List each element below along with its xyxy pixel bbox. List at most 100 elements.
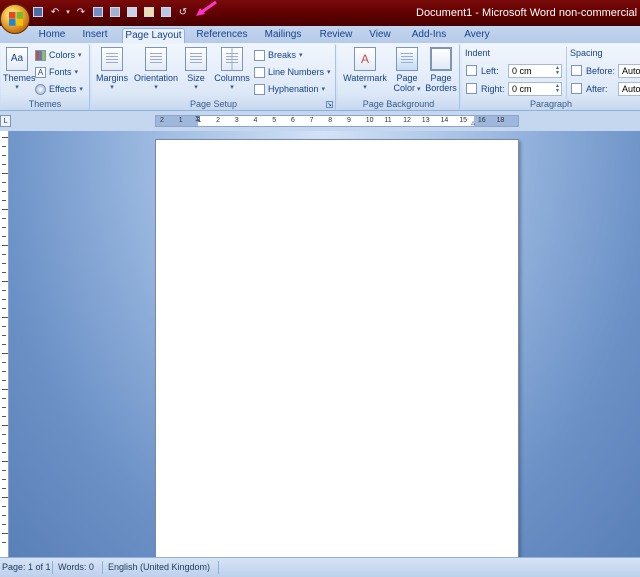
ruler-tick-label: 11	[384, 117, 391, 124]
indent-left-label: Left:	[481, 66, 499, 76]
vertical-ruler-mark	[2, 173, 8, 174]
line-numbers-button[interactable]: Line Numbers▾	[254, 65, 331, 79]
print-preview-icon[interactable]	[91, 5, 105, 19]
spacing-before-field[interactable]: Auto	[618, 64, 640, 78]
status-divider	[102, 561, 103, 574]
draw-table-icon[interactable]	[142, 5, 156, 19]
window-title: Document1 - Microsoft Word non-commercia…	[416, 7, 640, 19]
ruler-tick-label: 10	[366, 117, 374, 124]
chevron-down-icon: ▾	[322, 85, 326, 93]
page-count-status[interactable]: Page: 1 of 1	[2, 562, 51, 572]
indent-marker-icon[interactable]: ⧗	[195, 114, 201, 124]
tab-mailings[interactable]: Mailings	[259, 28, 307, 43]
chevron-down-icon: ▾	[132, 83, 180, 91]
office-button[interactable]	[0, 4, 30, 34]
size-button[interactable]: Size ▾	[182, 47, 210, 91]
vertical-ruler-mark	[2, 389, 8, 390]
document-page[interactable]	[155, 139, 519, 569]
tab-selector-button[interactable]: L	[0, 115, 11, 127]
vertical-ruler-mark	[2, 461, 8, 462]
tab-view[interactable]: View	[362, 28, 398, 43]
orientation-label: Orientation	[132, 73, 180, 83]
spinner-icon[interactable]: ▲▼	[555, 66, 560, 76]
vertical-ruler-mark	[2, 515, 6, 516]
fonts-label: Fonts	[49, 67, 72, 77]
status-divider	[218, 561, 219, 574]
ruler-tick-label: 13	[422, 117, 430, 124]
columns-button[interactable]: Columns ▾	[212, 47, 252, 91]
save-icon[interactable]	[31, 5, 45, 19]
vertical-ruler-mark	[2, 290, 6, 291]
spacing-after-label: After:	[586, 84, 608, 94]
vertical-ruler-mark	[2, 380, 6, 381]
vertical-ruler-mark	[2, 542, 6, 543]
ruler-tick-label: 15	[459, 117, 467, 124]
tab-page-layout[interactable]: Page Layout	[122, 28, 185, 43]
orientation-button[interactable]: Orientation ▾	[132, 47, 180, 91]
office-logo-icon	[9, 12, 23, 26]
dialog-launcher-icon[interactable]: ↘	[326, 101, 333, 108]
spinner-icon[interactable]: ▲▼	[555, 84, 560, 94]
page-setup-group-label: Page Setup	[92, 99, 335, 109]
ruler-tick-label: 2	[216, 117, 220, 124]
page-background-group-label: Page Background	[338, 99, 459, 109]
hyphenation-icon	[254, 84, 265, 95]
vertical-ruler[interactable]	[0, 131, 9, 557]
vertical-ruler-mark	[2, 191, 6, 192]
indent-left-field[interactable]: 0 cm ▲▼	[508, 64, 562, 78]
vertical-ruler-mark	[2, 254, 6, 255]
effects-button[interactable]: Effects▾	[35, 82, 83, 96]
ribbon-tabs: Home Insert Page Layout References Maili…	[0, 26, 640, 43]
themes-button[interactable]: Aa Themes ▾	[3, 47, 31, 91]
undo-icon[interactable]: ↶	[48, 5, 62, 19]
horizontal-ruler[interactable]: 211234567891011121314151618 ⧗ ▵	[155, 115, 519, 127]
vertical-ruler-mark	[2, 362, 6, 363]
spacing-after-field[interactable]: Auto	[618, 82, 640, 96]
margins-button[interactable]: Margins ▾	[94, 47, 130, 91]
vertical-ruler-mark	[2, 335, 6, 336]
tab-references[interactable]: References	[193, 28, 251, 43]
watermark-button[interactable]: A Watermark ▾	[340, 47, 390, 91]
colors-button[interactable]: Colors▾	[35, 48, 82, 62]
paragraph-group-label: Paragraph	[462, 99, 640, 109]
indent-right-field[interactable]: 0 cm ▲▼	[508, 82, 562, 96]
word-count-status[interactable]: Words: 0	[58, 562, 94, 572]
vertical-ruler-mark	[2, 488, 6, 489]
size-icon	[185, 47, 207, 71]
tab-review[interactable]: Review	[315, 28, 357, 43]
print-layout-icon[interactable]: ↺	[176, 5, 190, 19]
document-workspace	[9, 131, 640, 557]
paragraph-group: Indent Left: 0 cm ▲▼ Right: 0 cm ▲▼ Spac…	[462, 44, 640, 110]
right-indent-marker-icon[interactable]: ▵	[471, 118, 475, 127]
tab-insert[interactable]: Insert	[76, 28, 114, 43]
colors-icon	[35, 50, 46, 61]
breaks-button[interactable]: Breaks▾	[254, 48, 303, 62]
ribbon: Aa Themes ▾ Colors▾ A Fonts▾ Effects▾ Th…	[0, 43, 640, 111]
spelling-icon[interactable]	[125, 5, 139, 19]
quick-print-icon[interactable]	[108, 5, 122, 19]
page-borders-label-line2: Borders	[424, 83, 458, 93]
page-background-group: A Watermark ▾ Page Color ▾ Page Borders …	[338, 44, 460, 110]
fonts-button[interactable]: A Fonts▾	[35, 65, 78, 79]
vertical-ruler-mark	[2, 497, 8, 498]
vertical-ruler-mark	[2, 443, 6, 444]
indent-right-label: Right:	[481, 84, 505, 94]
undo-dropdown-icon[interactable]: ▾	[65, 5, 71, 19]
tab-avery[interactable]: Avery	[458, 28, 496, 43]
page-borders-label-line1: Page	[424, 73, 458, 83]
hyphenation-button[interactable]: Hyphenation▾	[254, 82, 325, 96]
page-color-button[interactable]: Page Color ▾	[392, 47, 422, 93]
indent-right-value: 0 cm	[512, 84, 532, 94]
redo-icon[interactable]: ↷	[74, 5, 88, 19]
tab-home[interactable]: Home	[32, 28, 72, 43]
line-numbers-icon	[254, 67, 265, 78]
vertical-ruler-mark	[2, 506, 6, 507]
page-borders-button[interactable]: Page Borders	[424, 47, 458, 93]
vertical-ruler-mark	[2, 308, 6, 309]
language-status[interactable]: English (United Kingdom)	[108, 562, 210, 572]
insert-table-icon[interactable]	[159, 5, 173, 19]
annotation-arrow-icon	[196, 0, 218, 16]
tab-add-ins[interactable]: Add-Ins	[406, 28, 452, 43]
indent-right-icon	[466, 83, 477, 94]
vertical-ruler-mark	[2, 371, 6, 372]
